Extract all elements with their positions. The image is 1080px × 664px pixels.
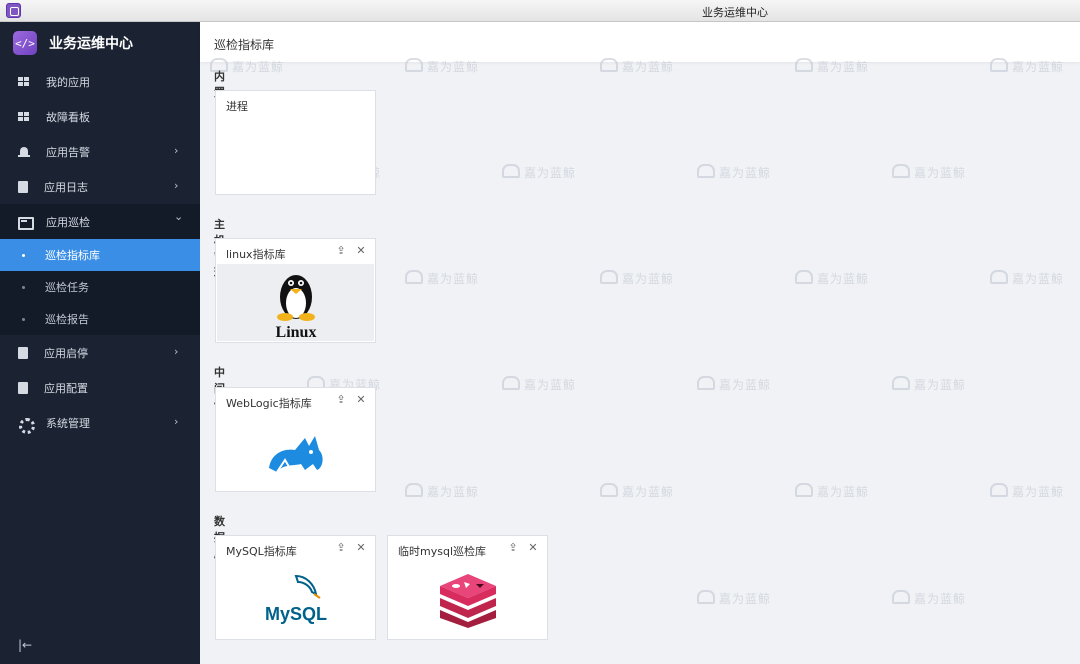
dashboard-icon bbox=[18, 111, 30, 123]
watermark: 嘉为蓝鲸 bbox=[990, 483, 1064, 500]
metric-card-linux[interactable]: linux指标库 ⇪ ✕ Linux bbox=[215, 238, 376, 343]
mysql-wordmark: MySQL bbox=[264, 604, 326, 624]
watermark: 嘉为蓝鲸 bbox=[697, 376, 771, 393]
card-actions: ⇪ ✕ bbox=[335, 394, 367, 406]
sidebar-item-start-stop[interactable]: 应用启停 › bbox=[0, 335, 200, 370]
bullet-dot bbox=[22, 285, 25, 289]
tux-penguin-icon: Linux bbox=[275, 274, 316, 341]
sidebar-item-label: 应用巡检 bbox=[46, 215, 90, 229]
window-title: 业务运维中心 bbox=[702, 6, 768, 19]
inspection-icon bbox=[18, 216, 34, 230]
metric-card-process[interactable]: 进程 bbox=[215, 90, 376, 195]
bullet-dot bbox=[22, 253, 25, 257]
mysql-dolphin-icon: MySQL bbox=[264, 574, 327, 624]
bell-icon bbox=[18, 146, 30, 158]
watermark: 嘉为蓝鲸 bbox=[405, 270, 479, 287]
redis-cube-logo bbox=[389, 561, 546, 638]
upload-icon[interactable]: ⇪ bbox=[335, 245, 347, 257]
sidebar: </> 业务运维中心 我的应用 故障看板 应用告警 › 应用日志 › 应用巡检 … bbox=[0, 22, 200, 664]
watermark: 嘉为蓝鲸 bbox=[990, 270, 1064, 287]
brand-name: 业务运维中心 bbox=[49, 36, 133, 52]
metric-card-mysql[interactable]: MySQL指标库 ⇪ ✕ MySQL bbox=[215, 535, 376, 640]
upload-icon[interactable]: ⇪ bbox=[507, 542, 519, 554]
page-header: 巡检指标库 bbox=[200, 22, 1080, 62]
sidebar-item-label: 应用启停 bbox=[44, 346, 88, 360]
card-actions: ⇪ ✕ bbox=[507, 542, 539, 554]
watermark: 嘉为蓝鲸 bbox=[600, 483, 674, 500]
watermark: 嘉为蓝鲸 bbox=[405, 483, 479, 500]
sidebar-item-label: 故障看板 bbox=[46, 110, 90, 124]
tomcat-cat-logo bbox=[217, 413, 374, 490]
card-title: MySQL指标库 bbox=[226, 545, 297, 558]
metric-card-weblogic[interactable]: WebLogic指标库 ⇪ ✕ bbox=[215, 387, 376, 492]
chevron-down-icon: ⌄ bbox=[174, 210, 184, 223]
inspection-submenu: 巡检指标库 巡检任务 巡检报告 bbox=[0, 239, 200, 335]
upload-icon[interactable]: ⇪ bbox=[335, 542, 347, 554]
close-icon[interactable]: ✕ bbox=[527, 542, 539, 554]
card-title: 进程 bbox=[226, 100, 248, 113]
mysql-dolphin-logo: MySQL bbox=[217, 561, 374, 638]
document-icon bbox=[18, 180, 28, 193]
sidebar-subitem-label: 巡检报告 bbox=[45, 313, 89, 326]
watermark: 嘉为蓝鲸 bbox=[697, 590, 771, 607]
sidebar-item-system[interactable]: 系统管理 › bbox=[0, 405, 200, 440]
watermark: 嘉为蓝鲸 bbox=[795, 483, 869, 500]
watermark: 嘉为蓝鲸 bbox=[892, 590, 966, 607]
sidebar-item-label: 应用告警 bbox=[46, 145, 90, 159]
close-icon[interactable]: ✕ bbox=[355, 245, 367, 257]
close-icon[interactable]: ✕ bbox=[355, 542, 367, 554]
watermark: 嘉为蓝鲸 bbox=[795, 270, 869, 287]
brand[interactable]: </> 业务运维中心 bbox=[0, 22, 200, 64]
start-stop-icon bbox=[18, 346, 28, 359]
gear-icon bbox=[18, 417, 35, 434]
window-titlebar: 业务运维中心 bbox=[0, 0, 1080, 22]
sidebar-item-fault-board[interactable]: 故障看板 bbox=[0, 99, 200, 134]
card-title: linux指标库 bbox=[226, 248, 286, 261]
chevron-right-icon: › bbox=[174, 415, 179, 428]
metric-card-temp-mysql[interactable]: 临时mysql巡检库 ⇪ ✕ bbox=[387, 535, 548, 640]
sidebar-subitem-metric-library[interactable]: 巡检指标库 bbox=[0, 239, 200, 271]
code-logo-icon: </> bbox=[13, 31, 37, 55]
tomcat-cat-icon bbox=[268, 435, 323, 473]
chevron-right-icon: › bbox=[174, 144, 179, 157]
sidebar-item-label: 应用日志 bbox=[44, 180, 88, 194]
sidebar-item-config[interactable]: 应用配置 bbox=[0, 370, 200, 405]
sidebar-item-inspection[interactable]: 应用巡检 ⌄ bbox=[0, 204, 200, 239]
sidebar-subitem-reports[interactable]: 巡检报告 bbox=[0, 303, 200, 335]
linux-wordmark: Linux bbox=[275, 324, 316, 341]
card-title: WebLogic指标库 bbox=[226, 397, 312, 410]
close-icon[interactable]: ✕ bbox=[355, 394, 367, 406]
sidebar-item-label: 应用配置 bbox=[44, 381, 88, 395]
sidebar-item-label: 系统管理 bbox=[46, 416, 90, 430]
config-icon bbox=[18, 381, 28, 394]
sidebar-subitem-label: 巡检指标库 bbox=[45, 249, 100, 262]
chevron-right-icon: › bbox=[174, 345, 179, 358]
sidebar-item-alerts[interactable]: 应用告警 › bbox=[0, 134, 200, 169]
chevron-right-icon: › bbox=[174, 179, 179, 192]
watermark: 嘉为蓝鲸 bbox=[892, 164, 966, 181]
collapse-sidebar-icon[interactable]: |← bbox=[18, 638, 32, 652]
sidebar-subitem-tasks[interactable]: 巡检任务 bbox=[0, 271, 200, 303]
linux-tux-logo: Linux bbox=[217, 264, 374, 341]
sidebar-menu: 我的应用 故障看板 应用告警 › 应用日志 › 应用巡检 ⌄ 巡检指标库 巡检任… bbox=[0, 64, 200, 440]
watermark: 嘉为蓝鲸 bbox=[600, 270, 674, 287]
sidebar-subitem-label: 巡检任务 bbox=[45, 281, 89, 294]
card-title: 临时mysql巡检库 bbox=[398, 545, 486, 558]
sidebar-item-my-apps[interactable]: 我的应用 bbox=[0, 64, 200, 99]
grid-icon bbox=[18, 76, 30, 88]
watermark: 嘉为蓝鲸 bbox=[697, 164, 771, 181]
watermark: 嘉为蓝鲸 bbox=[502, 376, 576, 393]
bullet-dot bbox=[22, 317, 25, 321]
redis-cube-icon bbox=[439, 573, 496, 628]
card-actions: ⇪ ✕ bbox=[335, 542, 367, 554]
watermark: 嘉为蓝鲸 bbox=[892, 376, 966, 393]
card-actions: ⇪ ✕ bbox=[335, 245, 367, 257]
sidebar-item-label: 我的应用 bbox=[46, 75, 90, 89]
upload-icon[interactable]: ⇪ bbox=[335, 394, 347, 406]
watermark: 嘉为蓝鲸 bbox=[502, 164, 576, 181]
page-title: 巡检指标库 bbox=[214, 38, 275, 52]
sidebar-item-logs[interactable]: 应用日志 › bbox=[0, 169, 200, 204]
